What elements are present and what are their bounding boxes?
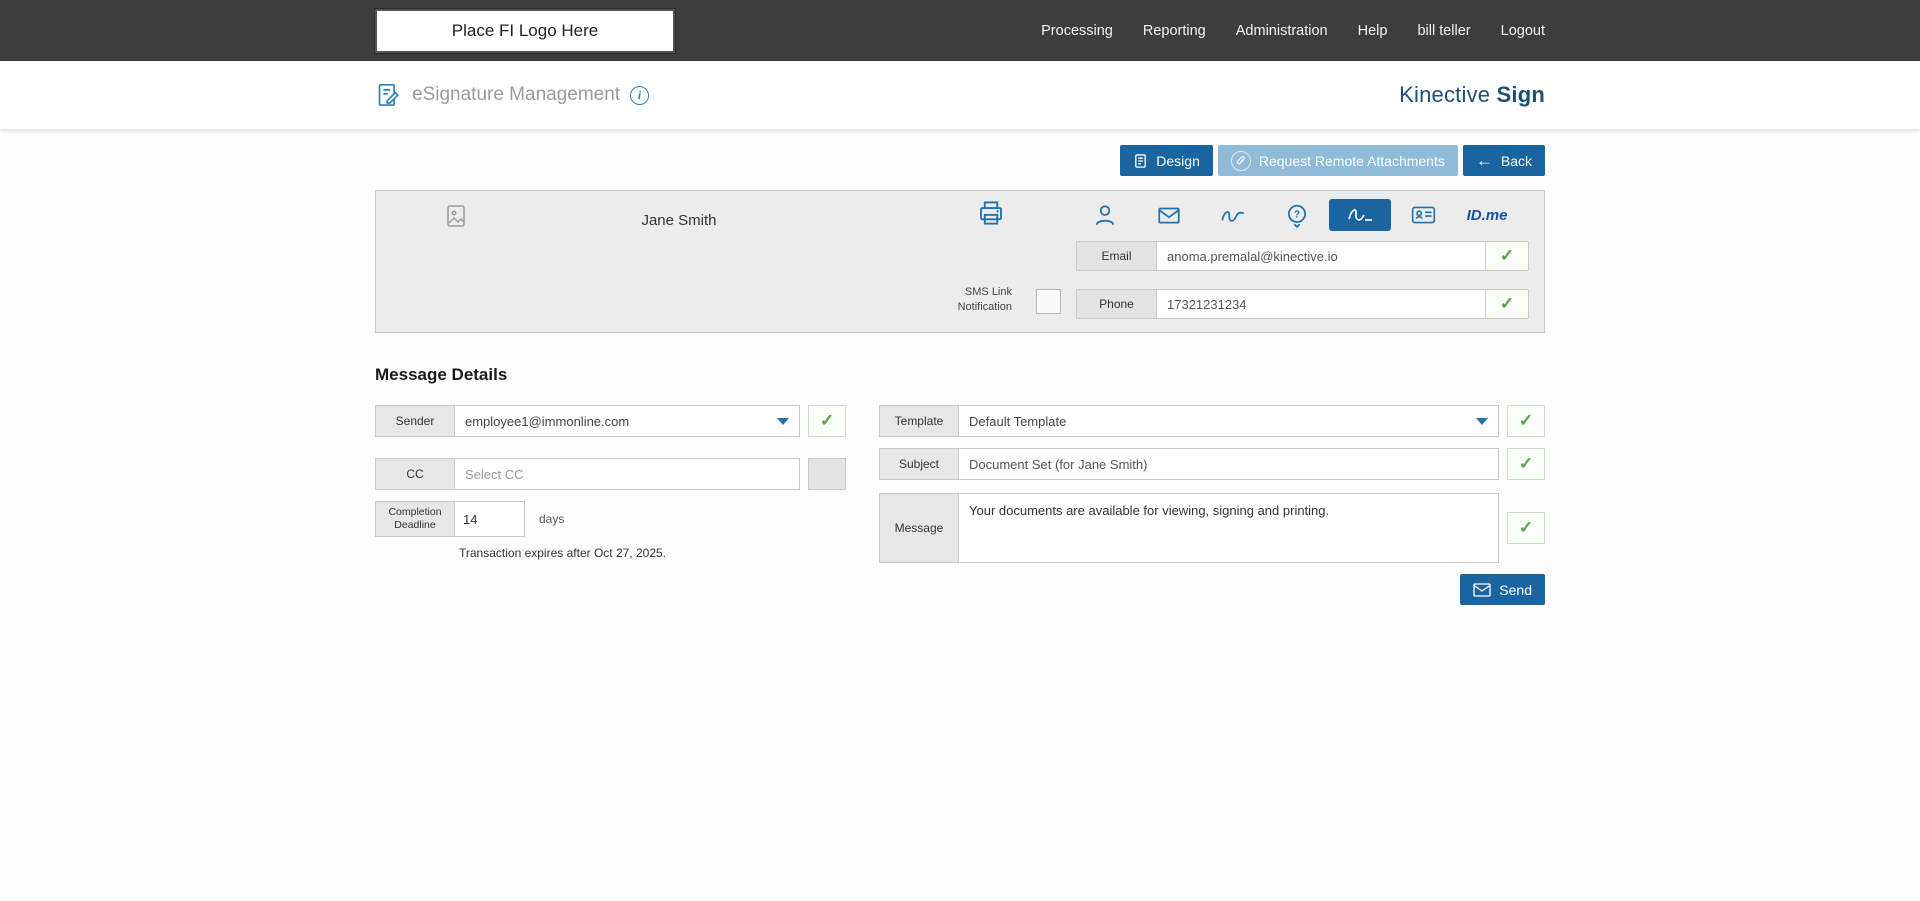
- signature-scribble-icon[interactable]: [1201, 198, 1265, 232]
- printer-icon[interactable]: [976, 198, 1006, 228]
- image-placeholder-icon: [444, 203, 468, 229]
- action-button-row: Design Request Remote Attachments ← Back: [375, 145, 1545, 176]
- design-button-label: Design: [1156, 152, 1200, 169]
- email-label: Email: [1076, 241, 1157, 271]
- template-row: Template Default Template ✓: [879, 405, 1545, 437]
- back-button[interactable]: ← Back: [1462, 145, 1545, 176]
- sender-dropdown[interactable]: employee1@immonline.com: [455, 405, 800, 437]
- sms-link-notification-checkbox[interactable]: [1036, 289, 1061, 314]
- nav-user[interactable]: bill teller: [1417, 23, 1470, 39]
- svg-text:?: ?: [1294, 210, 1300, 221]
- question-pin-icon[interactable]: ?: [1265, 198, 1329, 232]
- chevron-down-icon: [1476, 417, 1488, 425]
- template-value: Default Template: [969, 413, 1067, 429]
- email-input[interactable]: [1157, 241, 1486, 271]
- message-label: Message: [879, 493, 959, 563]
- fi-logo-placeholder[interactable]: Place FI Logo Here: [375, 8, 675, 53]
- sender-value: employee1@immonline.com: [465, 413, 630, 429]
- cc-status-box: [808, 458, 846, 490]
- completion-deadline-row: Completion Deadline days: [375, 501, 846, 537]
- subject-label: Subject: [879, 448, 959, 480]
- draw-signature-icon[interactable]: [1329, 199, 1391, 231]
- request-remote-attachments-label: Request Remote Attachments: [1258, 152, 1445, 169]
- brand-logo: Kinective Sign: [1399, 82, 1545, 107]
- nav-processing[interactable]: Processing: [1041, 23, 1113, 39]
- top-navigation: Processing Reporting Administration Help…: [1041, 23, 1545, 39]
- template-valid-check-icon: ✓: [1507, 405, 1545, 437]
- person-icon[interactable]: [1073, 198, 1137, 232]
- phone-input[interactable]: [1157, 289, 1486, 319]
- message-valid-check-icon: ✓: [1507, 512, 1545, 544]
- deadline-unit-label: days: [539, 512, 565, 526]
- message-textarea[interactable]: Your documents are available for viewing…: [959, 493, 1499, 563]
- back-arrow-icon: ←: [1475, 151, 1493, 170]
- send-envelope-icon: [1473, 582, 1491, 597]
- nav-administration[interactable]: Administration: [1236, 23, 1328, 39]
- send-button[interactable]: Send: [1460, 574, 1545, 605]
- nav-logout[interactable]: Logout: [1501, 23, 1545, 39]
- cc-input[interactable]: [455, 466, 799, 482]
- sender-valid-check-icon: ✓: [808, 405, 846, 437]
- email-delivery-icon[interactable]: [1137, 198, 1201, 232]
- cc-row: CC: [375, 458, 846, 490]
- page-title: eSignature Management: [412, 84, 621, 105]
- subject-field: [959, 448, 1499, 480]
- page-header: eSignature Management i Kinective Sign: [0, 61, 1920, 129]
- recipient-name: Jane Smith: [641, 212, 717, 229]
- info-icon[interactable]: i: [630, 85, 650, 105]
- topbar: Place FI Logo Here Processing Reporting …: [0, 0, 1920, 61]
- send-row: Send: [879, 574, 1545, 605]
- subject-input[interactable]: [959, 456, 1498, 472]
- request-remote-attachments-button[interactable]: Request Remote Attachments: [1217, 145, 1458, 176]
- email-field-row: Email ✓: [1076, 241, 1529, 271]
- completion-deadline-label: Completion Deadline: [375, 501, 455, 537]
- sender-label: Sender: [375, 405, 455, 437]
- message-row: Message Your documents are available for…: [879, 493, 1545, 563]
- email-valid-check-icon: ✓: [1486, 241, 1529, 271]
- recipient-panel: Jane Smith ? ID.me Email anoma.premalal@…: [375, 190, 1545, 333]
- phone-valid-check-icon: ✓: [1486, 289, 1529, 319]
- completion-deadline-input[interactable]: [455, 502, 524, 536]
- cc-field: [455, 458, 800, 490]
- id-card-icon[interactable]: [1391, 198, 1455, 232]
- subject-valid-check-icon: ✓: [1507, 448, 1545, 480]
- send-button-label: Send: [1499, 581, 1532, 598]
- sender-row: Sender employee1@immonline.com ✓: [375, 405, 846, 437]
- phone-field-row: Phone ✓: [1076, 289, 1529, 319]
- main-content: Design Request Remote Attachments ← Back: [0, 129, 1920, 901]
- template-label: Template: [879, 405, 959, 437]
- paperclip-icon: [1230, 150, 1251, 171]
- subject-row: Subject ✓: [879, 448, 1545, 480]
- cc-label: CC: [375, 458, 455, 490]
- delivery-method-icons: ? ID.me: [1073, 198, 1519, 232]
- sms-link-notification-label: SMS Link Notification: [957, 286, 1012, 313]
- nav-reporting[interactable]: Reporting: [1143, 23, 1206, 39]
- template-dropdown[interactable]: Default Template: [959, 405, 1499, 437]
- design-button[interactable]: Design: [1120, 145, 1213, 176]
- back-button-label: Back: [1500, 152, 1532, 169]
- esignature-doc-icon: [375, 82, 402, 109]
- chevron-down-icon: [777, 417, 789, 425]
- nav-help[interactable]: Help: [1358, 23, 1388, 39]
- phone-label: Phone: [1076, 289, 1157, 319]
- message-details-heading: Message Details: [375, 365, 508, 384]
- idme-logo[interactable]: ID.me: [1455, 198, 1519, 232]
- document-icon: [1133, 153, 1148, 169]
- transaction-expiry-note: Transaction expires after Oct 27, 2025.: [459, 546, 666, 560]
